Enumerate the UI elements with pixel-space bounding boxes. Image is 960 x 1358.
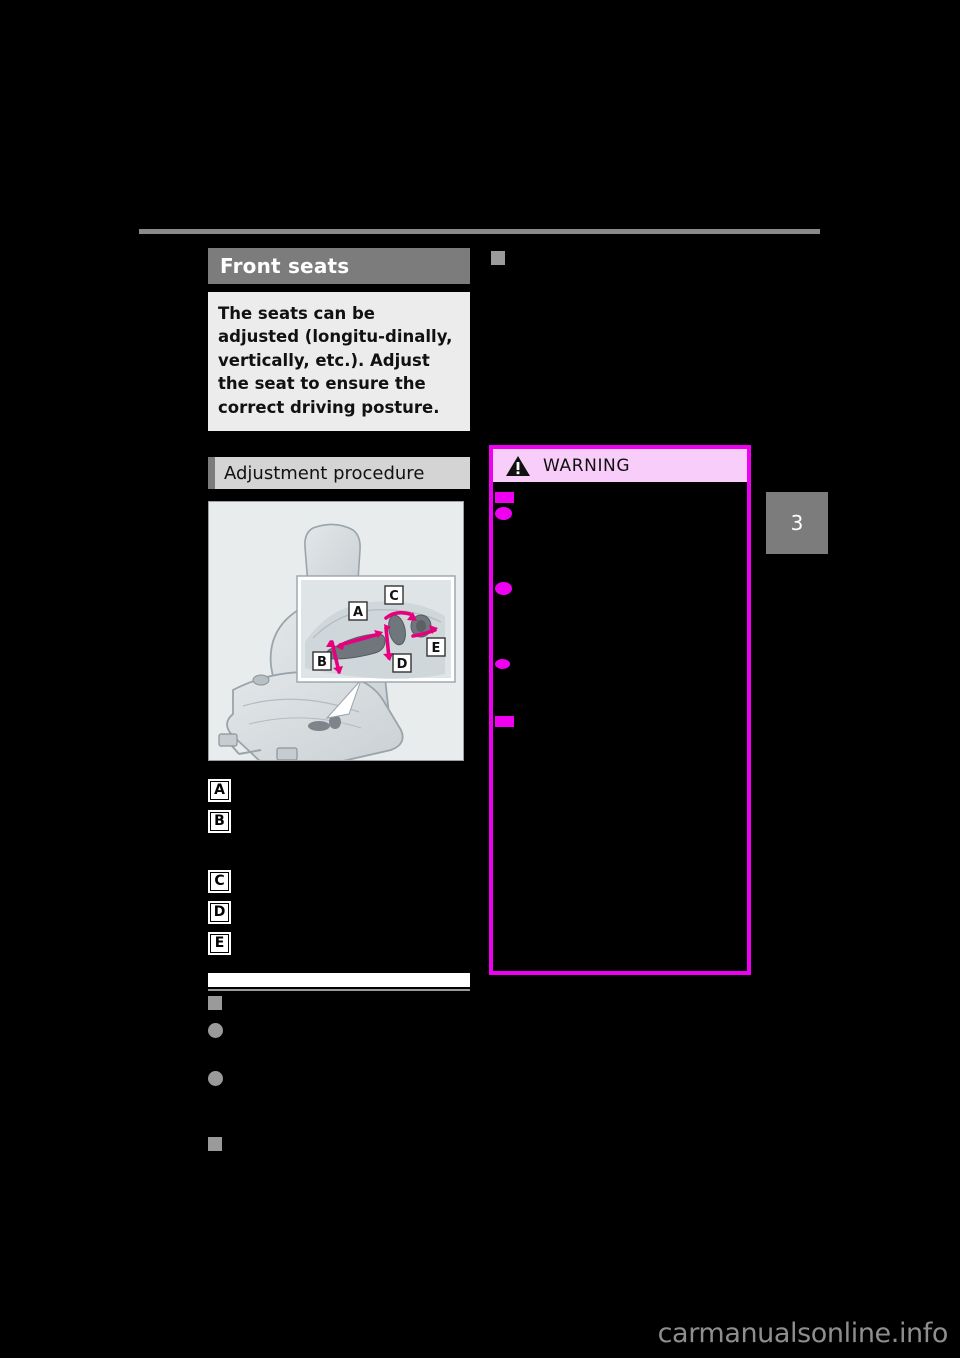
warning-dot-bullet-icon: [495, 582, 512, 595]
section-title-bar: Front seats: [208, 248, 470, 284]
list-item: D: [208, 901, 470, 925]
adjustment-item-list: A B C D E: [208, 779, 470, 956]
subsection-title-bar: Adjustment procedure: [208, 457, 470, 490]
notes-separator: [208, 973, 470, 992]
notes-rule: [208, 989, 470, 992]
intro-box: The seats can be adjusted (longitu-dinal…: [208, 292, 470, 432]
seat-adjustment-figure: A B C D E: [208, 501, 464, 762]
item-badge-e: E: [208, 932, 231, 956]
manual-page: Front seats The seats can be adjusted (l…: [0, 0, 960, 1358]
svg-text:A: A: [353, 605, 363, 620]
item-badge-d: D: [208, 901, 231, 925]
svg-text:E: E: [432, 641, 441, 656]
page-title: Front seats: [220, 254, 350, 278]
warning-item: [495, 578, 737, 595]
list-item: [208, 1134, 470, 1152]
warning-dot-bullet-icon: [495, 659, 510, 669]
chapter-tab[interactable]: 3: [766, 492, 828, 554]
site-watermark: carmanualsonline.info: [657, 1318, 949, 1349]
warning-square-bullet-icon: [495, 716, 514, 727]
right-column: [491, 248, 766, 275]
svg-text:C: C: [389, 589, 399, 604]
warning-dot-bullet-icon: [495, 507, 512, 520]
warning-item: [495, 712, 737, 727]
square-bullet-icon: [208, 1137, 222, 1152]
svg-text:B: B: [317, 655, 327, 670]
dot-bullet-icon: [208, 1071, 223, 1087]
item-badge-c: C: [208, 870, 231, 894]
list-item: B: [208, 810, 470, 862]
square-bullet-icon: [491, 251, 505, 265]
right-column-lead: [491, 248, 766, 265]
list-item: A: [208, 779, 470, 803]
seat-illustration-svg: A B C D E: [209, 502, 463, 761]
square-bullet-icon: [208, 996, 222, 1011]
warning-item: [495, 503, 737, 520]
warning-body: [493, 482, 747, 737]
warning-header: WARNING: [493, 449, 747, 482]
warning-triangle-icon: [506, 455, 530, 476]
item-badge-b: B: [208, 810, 231, 834]
warning-item: [495, 488, 737, 503]
notes-block: [208, 993, 470, 1152]
list-item: C: [208, 870, 470, 894]
item-badge-a: A: [208, 779, 231, 803]
warning-item: [495, 655, 737, 669]
chapter-number: 3: [790, 511, 804, 535]
list-item: E: [208, 932, 470, 956]
warning-square-bullet-icon: [495, 492, 514, 503]
subsection-title: Adjustment procedure: [224, 462, 425, 484]
list-item: [208, 1020, 470, 1039]
svg-text:D: D: [397, 657, 408, 672]
left-column: Front seats The seats can be adjusted (l…: [208, 248, 470, 1161]
list-item: [208, 1068, 470, 1087]
warning-title: WARNING: [543, 455, 631, 476]
dot-bullet-icon: [208, 1023, 223, 1039]
header-rule: [139, 229, 820, 234]
note-heading-row: [208, 993, 470, 1011]
intro-paragraph: The seats can be adjusted (longitu-dinal…: [218, 304, 453, 417]
warning-panel: WARNING: [489, 445, 751, 975]
